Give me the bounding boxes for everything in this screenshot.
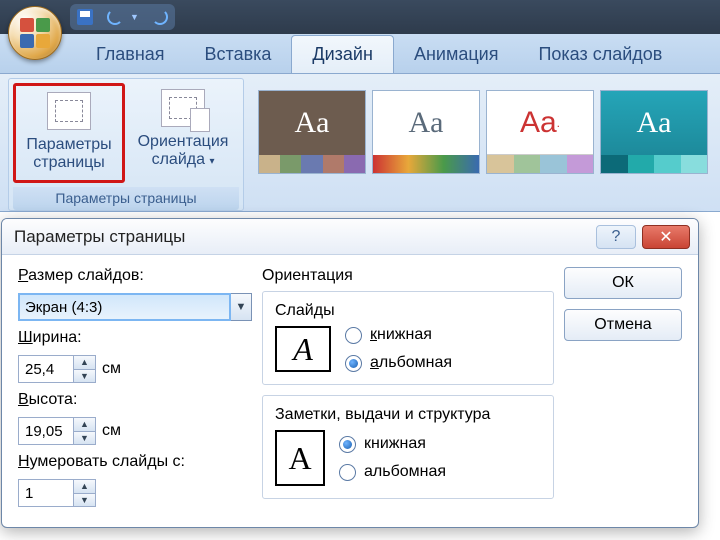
redo-icon[interactable] [151, 8, 169, 26]
number-from-input[interactable] [18, 479, 74, 507]
ribbon-group-label: Параметры страницы [13, 187, 239, 210]
undo-icon[interactable] [106, 8, 124, 26]
ribbon-group-page-setup: Параметрыстраницы Ориентацияслайда ▾ Пар… [8, 78, 244, 211]
undo-dropdown-icon[interactable]: ▼ [130, 12, 139, 22]
width-up-icon[interactable]: ▲ [74, 356, 95, 370]
slide-size-input[interactable] [18, 293, 231, 321]
slide-size-combo[interactable]: ▼ [18, 293, 252, 321]
office-logo-icon [20, 18, 50, 48]
themes-gallery: Aa Aa Aa. Aa [254, 78, 712, 211]
page-setup-dialog: Параметры страницы ? ✕ Размер слайдов: ▼… [1, 218, 699, 528]
slide-orientation-button[interactable]: Ориентацияслайда ▾ [127, 83, 239, 183]
dialog-close-button[interactable]: ✕ [642, 225, 690, 249]
tab-design[interactable]: Дизайн [291, 35, 394, 73]
tab-home[interactable]: Главная [76, 36, 185, 73]
height-down-icon[interactable]: ▼ [74, 432, 95, 445]
width-label: Ширина: [18, 329, 252, 347]
cancel-button[interactable]: Отмена [564, 309, 682, 341]
theme-thumb-2[interactable]: Aa [372, 90, 480, 174]
theme-thumb-1[interactable]: Aa [258, 90, 366, 174]
number-from-spinner[interactable]: ▲▼ [18, 479, 96, 507]
width-spinner[interactable]: ▲▼ [18, 355, 96, 383]
ribbon: Параметрыстраницы Ориентацияслайда ▾ Пар… [0, 74, 720, 212]
height-label: Высота: [18, 391, 252, 409]
dialog-left-column: Размер слайдов: ▼ Ширина: ▲▼ см Высота: … [18, 267, 252, 509]
notes-orientation-group: Заметки, выдачи и структура A книжная ал… [262, 395, 554, 499]
theme-thumb-4[interactable]: Aa [600, 90, 708, 174]
notes-preview-icon: A [275, 430, 325, 486]
notes-landscape-radio[interactable]: альбомная [339, 463, 446, 481]
save-icon[interactable] [76, 8, 94, 26]
dialog-help-button[interactable]: ? [596, 225, 636, 249]
slide-size-dropdown-icon[interactable]: ▼ [231, 293, 252, 321]
slides-preview-icon: A [275, 326, 331, 372]
width-unit: см [102, 360, 121, 378]
dialog-buttons: ОК Отмена [564, 267, 682, 509]
page-setup-label: Параметрыстраницы [26, 136, 111, 173]
orientation-icon [161, 89, 205, 127]
ok-button[interactable]: ОК [564, 267, 682, 299]
dialog-title: Параметры страницы [14, 227, 185, 247]
width-input[interactable] [18, 355, 74, 383]
width-down-icon[interactable]: ▼ [74, 370, 95, 383]
height-up-icon[interactable]: ▲ [74, 418, 95, 432]
number-from-label: Нумеровать слайды с: [18, 453, 252, 471]
height-spinner[interactable]: ▲▼ [18, 417, 96, 445]
numfrom-down-icon[interactable]: ▼ [74, 494, 95, 507]
tab-animation[interactable]: Анимация [394, 36, 519, 73]
slides-orientation-group: Слайды A книжная альбомная [262, 291, 554, 385]
chevron-down-icon: ▾ [209, 156, 214, 167]
slides-landscape-radio[interactable]: альбомная [345, 354, 452, 372]
orientation-label: Ориентацияслайда ▾ [138, 133, 229, 170]
height-unit: см [102, 422, 121, 440]
tab-insert[interactable]: Вставка [185, 36, 292, 73]
slide-size-label: Размер слайдов: [18, 267, 252, 285]
height-input[interactable] [18, 417, 74, 445]
slides-legend: Слайды [275, 302, 541, 320]
quick-access-toolbar: ▼ [0, 0, 720, 34]
qat-group: ▼ [70, 4, 175, 30]
notes-portrait-radio[interactable]: книжная [339, 435, 446, 453]
office-button[interactable] [8, 6, 62, 60]
dialog-titlebar: Параметры страницы ? ✕ [2, 219, 698, 255]
orientation-heading: Ориентация [262, 267, 554, 285]
slides-portrait-radio[interactable]: книжная [345, 326, 452, 344]
numfrom-up-icon[interactable]: ▲ [74, 480, 95, 494]
tab-slideshow[interactable]: Показ слайдов [518, 36, 682, 73]
page-setup-icon [47, 92, 91, 130]
page-setup-button[interactable]: Параметрыстраницы [13, 83, 125, 183]
theme-thumb-3[interactable]: Aa. [486, 90, 594, 174]
dialog-orientation-column: Ориентация Слайды A книжная альбомная [262, 267, 554, 509]
ribbon-tabs: Главная Вставка Дизайн Анимация Показ сл… [0, 34, 720, 74]
notes-legend: Заметки, выдачи и структура [275, 406, 541, 424]
